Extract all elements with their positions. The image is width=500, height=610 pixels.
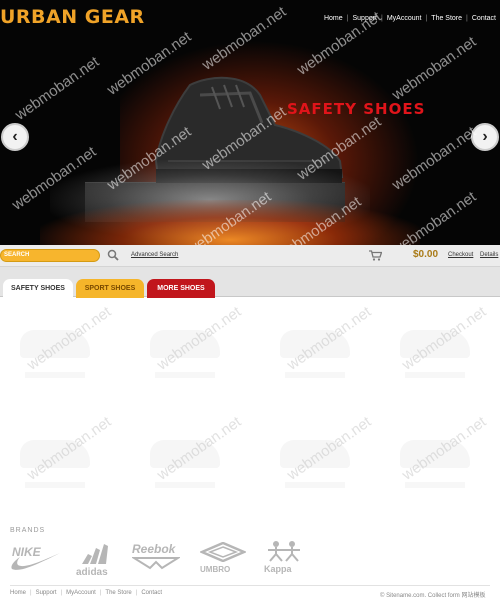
adidas-stripes-icon [82, 544, 108, 564]
brands-heading: BRANDS [10, 527, 46, 534]
top-nav-myaccount[interactable]: MyAccount [383, 15, 426, 22]
top-nav-contact[interactable]: Contact [468, 15, 500, 22]
brand-logo-kappa[interactable]: Kappa [264, 540, 304, 574]
product-thumbnail[interactable] [20, 440, 90, 468]
cart-total: $0.00 [413, 249, 439, 260]
site-logo[interactable]: URBAN GEAR [0, 6, 145, 28]
footer-divider [10, 585, 490, 586]
footer-nav: Home | Support | MyAccount | The Store | Con… [10, 590, 166, 596]
brand-logo-adidas[interactable]: adidas [76, 544, 116, 578]
search-icon[interactable] [107, 249, 119, 261]
tab-more-shoes[interactable]: MORE SHOES [147, 279, 215, 298]
product-card[interactable] [5, 410, 105, 500]
category-tabs: SAFETY SHOES SPORT SHOES MORE SHOES [0, 267, 500, 298]
brand-logo-umbro[interactable]: UMBRO [198, 541, 248, 574]
cart-icon[interactable] [369, 250, 382, 261]
product-thumbnail[interactable] [400, 330, 470, 358]
top-nav: Home | Support | MyAccount | The Store | Con… [320, 15, 500, 22]
top-nav-home[interactable]: Home [320, 15, 347, 22]
slider-prev-button[interactable]: ‹ [1, 123, 29, 151]
umbro-diamond-icon [198, 541, 248, 563]
page: URBAN GEAR Home | Support | MyAccount | The… [0, 0, 500, 610]
product-card[interactable] [385, 410, 485, 500]
brand-logos: NIKE adidas Reebok UMBRO Kappa [8, 540, 308, 578]
details-link[interactable]: Details [480, 252, 498, 258]
tab-safety-shoes[interactable]: SAFETY SHOES [3, 279, 73, 298]
product-thumbnail[interactable] [150, 440, 220, 468]
footer-nav-myaccount[interactable]: MyAccount [62, 590, 100, 596]
product-thumbnail[interactable] [150, 330, 220, 358]
product-card[interactable] [5, 300, 105, 390]
product-thumbnail[interactable] [280, 330, 350, 358]
checkout-link[interactable]: Checkout [448, 252, 473, 258]
footer-nav-support[interactable]: Support [32, 590, 61, 596]
product-card[interactable] [385, 300, 485, 390]
slider-next-button[interactable]: › [471, 123, 499, 151]
hero-banner: URBAN GEAR Home | Support | MyAccount | The… [0, 0, 500, 245]
hero-flames [40, 200, 420, 245]
hero-title: SAFETY SHOES [287, 100, 426, 118]
chevron-left-icon: ‹ [12, 128, 18, 145]
product-grid: webmoban.net webmoban.net webmoban.net w… [0, 300, 500, 520]
product-card[interactable] [265, 300, 365, 390]
kappa-figures-icon [268, 541, 300, 562]
product-thumbnail[interactable] [280, 440, 350, 468]
product-card[interactable] [265, 410, 365, 500]
search-input[interactable]: SEARCH [0, 249, 100, 262]
product-card[interactable] [135, 410, 235, 500]
product-thumbnail[interactable] [20, 330, 90, 358]
footer-nav-home[interactable]: Home [10, 590, 30, 596]
footer-nav-the-store[interactable]: The Store [101, 590, 135, 596]
copyright-text: © Sitename.com. Collect form 网站模板 [380, 593, 486, 599]
chevron-right-icon: › [482, 128, 488, 145]
footer-nav-contact[interactable]: Contact [137, 590, 166, 596]
product-thumbnail[interactable] [400, 440, 470, 468]
top-nav-the-store[interactable]: The Store [427, 15, 466, 22]
tab-sport-shoes[interactable]: SPORT SHOES [76, 279, 144, 298]
advanced-search-link[interactable]: Advanced Search [131, 252, 178, 258]
product-card[interactable] [135, 300, 235, 390]
watermark: webmoban.net [12, 53, 103, 124]
reebok-vector-icon [130, 557, 182, 570]
top-nav-support[interactable]: Support [348, 15, 381, 22]
brand-logo-reebok[interactable]: Reebok [130, 542, 182, 575]
brand-logo-nike[interactable]: NIKE [10, 545, 62, 578]
toolbar: SEARCH Advanced Search $0.00 Checkout De… [0, 245, 500, 267]
